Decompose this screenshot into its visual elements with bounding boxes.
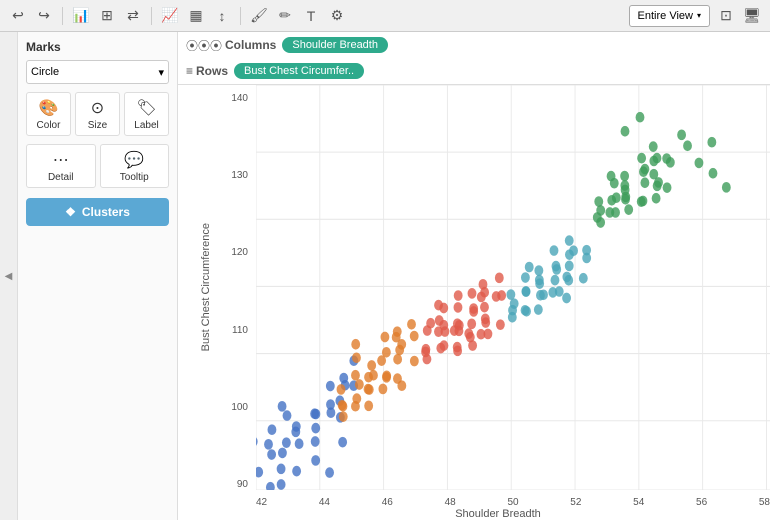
chart2-icon[interactable]: 📈	[160, 6, 180, 26]
x-tick-58: 58	[759, 497, 770, 508]
columns-label: Columns	[225, 38, 276, 52]
y-tick-130: 130	[231, 170, 252, 181]
main-content: ◀ Marks Circle ▾ 🎨 Color ⊙ Size	[0, 32, 770, 520]
y-tick-120: 120	[231, 247, 252, 258]
color-label: Color	[37, 120, 61, 131]
x-tick-54: 54	[633, 497, 644, 508]
x-tick-48: 48	[445, 497, 456, 508]
columns-row: ⦿⦿⦿ Columns Shoulder Breadth	[178, 32, 770, 58]
label-button[interactable]: 🏷 Label	[124, 92, 169, 136]
swap-icon[interactable]: ⇄	[123, 6, 143, 26]
row-field-pill[interactable]: Bust Chest Circumfer..	[234, 63, 364, 79]
toolbar-divider-2	[151, 7, 152, 25]
clusters-icon: ❖	[65, 205, 76, 219]
size-label: Size	[88, 120, 107, 131]
toolbar-divider-1	[62, 7, 63, 25]
format-icon[interactable]: 🖌	[249, 6, 269, 26]
x-tick-44: 44	[319, 497, 330, 508]
size-icon: ⊙	[91, 98, 104, 118]
chart3-icon[interactable]: ▦	[186, 6, 206, 26]
dropdown-chevron-icon: ▾	[158, 66, 164, 79]
redo-icon[interactable]: ↪	[34, 6, 54, 26]
clusters-button[interactable]: ❖ Clusters	[26, 198, 169, 226]
sort-icon[interactable]: ↕	[212, 6, 232, 26]
y-tick-110: 110	[232, 325, 252, 336]
sidebar-toggle[interactable]: ◀	[0, 32, 18, 520]
tooltip-button[interactable]: 💬 Tooltip	[100, 144, 170, 188]
y-axis-wrapper: Bust Chest Circumference	[186, 85, 226, 490]
scatter-svg	[256, 85, 770, 490]
y-tick-100: 100	[231, 402, 252, 413]
x-tick-46: 46	[382, 497, 393, 508]
rows-label: Rows	[196, 64, 228, 78]
detail-button[interactable]: ⋯ Detail	[26, 144, 96, 188]
marks-title: Marks	[26, 40, 169, 54]
entire-view-button[interactable]: Entire View ▾	[629, 5, 710, 27]
x-axis-label: Shoulder Breadth	[226, 508, 770, 520]
clusters-label: Clusters	[82, 205, 130, 219]
monitor-icon[interactable]: 🖥	[742, 6, 762, 26]
color-icon: 🎨	[39, 98, 59, 118]
undo-icon[interactable]: ↩	[8, 6, 28, 26]
marks-sidebar: Marks Circle ▾ 🎨 Color ⊙ Size 🏷	[18, 32, 178, 520]
label-icon: 🏷	[136, 98, 156, 118]
columns-icon: ⦿⦿⦿ Columns	[186, 37, 276, 54]
chart-area: ⦿⦿⦿ Columns Shoulder Breadth ≡ Rows Bust…	[178, 32, 770, 520]
chevron-down-icon: ▾	[697, 11, 701, 20]
scatter-plot	[256, 85, 770, 490]
y-axis-label: Bust Chest Circumference	[200, 223, 212, 351]
rows-icon: ≡ Rows	[186, 64, 228, 78]
color-button[interactable]: 🎨 Color	[26, 92, 71, 136]
x-tick-50: 50	[507, 497, 518, 508]
tooltip-label: Tooltip	[120, 172, 149, 183]
detail-label: Detail	[48, 172, 74, 183]
x-tick-42: 42	[256, 497, 267, 508]
x-ticks: 42 44 46 48 50 52 54 56 58	[256, 497, 770, 508]
analytics-icon[interactable]: ⚙	[327, 6, 347, 26]
bar-chart-icon[interactable]: 📊	[71, 6, 91, 26]
marks-type-dropdown[interactable]: Circle ▾	[26, 60, 169, 84]
entire-view-label: Entire View	[638, 10, 693, 22]
tooltip-icon: 💬	[124, 150, 144, 170]
x-tick-56: 56	[696, 497, 707, 508]
size-button[interactable]: ⊙ Size	[75, 92, 120, 136]
brush-icon[interactable]: ✏	[275, 6, 295, 26]
detail-icon: ⋯	[53, 150, 69, 170]
marks-type-label: Circle	[31, 66, 59, 78]
y-ticks: 140 130 120 110 100 90	[226, 93, 256, 490]
toolbar-right: Entire View ▾ ⊡ 🖥	[629, 5, 762, 27]
plot-area: 140 130 120 110 100 90	[226, 85, 770, 520]
text-icon[interactable]: T	[301, 6, 321, 26]
chart-header: ⦿⦿⦿ Columns Shoulder Breadth ≡ Rows Bust…	[178, 32, 770, 85]
marks-panel: Marks Circle ▾ 🎨 Color ⊙ Size 🏷	[18, 32, 177, 234]
marks-buttons-grid: 🎨 Color ⊙ Size 🏷 Label	[26, 92, 169, 136]
y-tick-90: 90	[237, 479, 252, 490]
table-icon[interactable]: ⊞	[97, 6, 117, 26]
x-tick-52: 52	[570, 497, 581, 508]
label-label: Label	[134, 120, 158, 131]
fit-icon[interactable]: ⊡	[716, 6, 736, 26]
toolbar: ↩ ↪ 📊 ⊞ ⇄ 📈 ▦ ↕ 🖌 ✏ T ⚙ Entire View ▾ ⊡ …	[0, 0, 770, 32]
column-field-pill[interactable]: Shoulder Breadth	[282, 37, 388, 53]
app-container: ↩ ↪ 📊 ⊞ ⇄ 📈 ▦ ↕ 🖌 ✏ T ⚙ Entire View ▾ ⊡ …	[0, 0, 770, 520]
marks-buttons-grid2: ⋯ Detail 💬 Tooltip	[26, 144, 169, 188]
toolbar-divider-3	[240, 7, 241, 25]
chart-body: Bust Chest Circumference 140 130 120 110…	[178, 85, 770, 520]
y-tick-140: 140	[231, 93, 252, 104]
rows-row: ≡ Rows Bust Chest Circumfer..	[178, 58, 770, 84]
